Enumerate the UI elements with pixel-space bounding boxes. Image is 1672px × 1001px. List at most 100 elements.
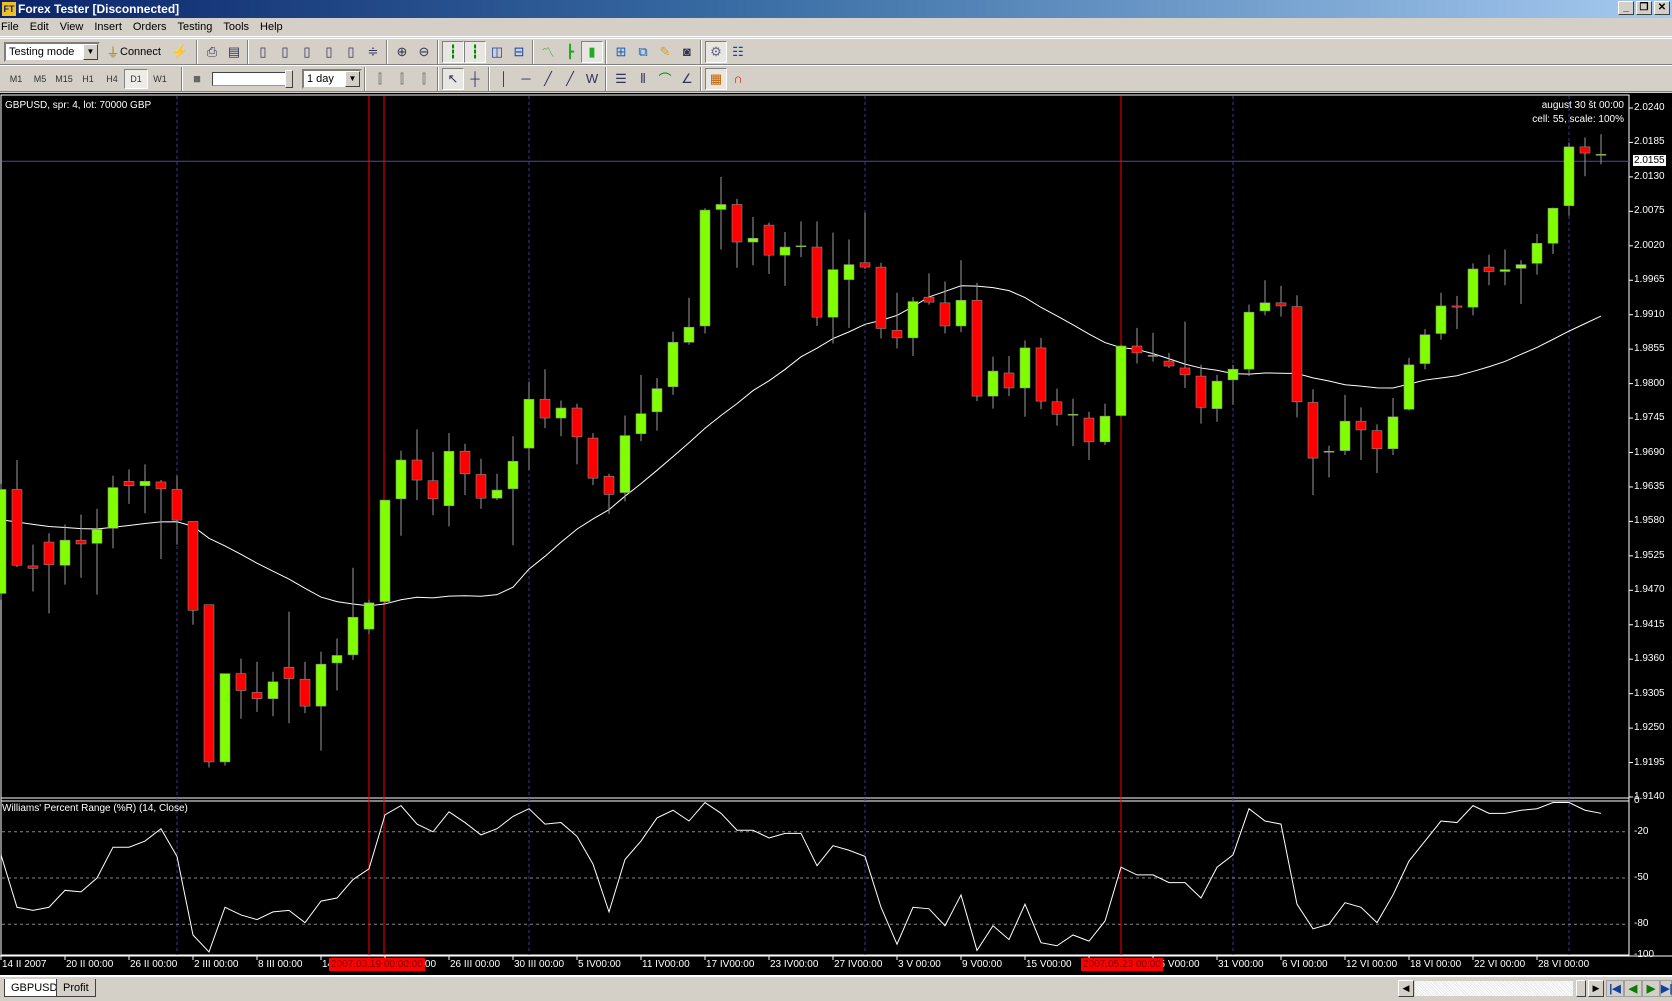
bear-candle (763, 224, 775, 256)
scroll-left-button[interactable]: ◀ (1398, 980, 1414, 997)
lightning-icon[interactable]: ⚡ (169, 41, 191, 63)
bear-candle (43, 541, 55, 565)
bear-candle (75, 539, 87, 545)
step-back-icon[interactable]: ⫿ (369, 68, 391, 90)
menu-insert[interactable]: Insert (93, 21, 128, 33)
horizontal-line-icon[interactable]: ─ (515, 68, 537, 90)
bear-candle (1051, 401, 1063, 415)
menu-edit[interactable]: Edit (29, 21, 55, 33)
speed-slider[interactable] (212, 69, 293, 88)
indicator-pane-border (0, 797, 1630, 956)
step-tick-icon[interactable]: ⫿ (413, 68, 435, 90)
step-back-icon[interactable]: ◀ (1624, 980, 1642, 997)
price-chart[interactable] (0, 93, 1672, 975)
document-check-icon[interactable]: ▯ (318, 41, 340, 63)
menu-file[interactable]: File (0, 21, 25, 33)
bear-candle (1083, 417, 1095, 443)
camera-icon[interactable]: ◙ (676, 41, 698, 63)
mode-select[interactable]: Testing mode ▼ (4, 41, 100, 62)
ohlc-bar-icon[interactable]: ┣ (559, 41, 581, 63)
bull-candle (0, 489, 7, 594)
split-vertical-icon[interactable]: ◫ (486, 41, 508, 63)
ray-line-icon[interactable]: ╱ (559, 68, 581, 90)
connect-button[interactable]: ⏚ Connect (106, 41, 161, 63)
go-first-icon[interactable]: |◀ (1606, 980, 1624, 997)
crosshair-icon[interactable]: ┼ (464, 68, 486, 90)
palette-icon[interactable]: ▦ (705, 67, 727, 90)
timeframe-d1[interactable]: D1 (124, 68, 148, 89)
menu-orders[interactable]: Orders (132, 21, 173, 33)
horizontal-scrollbar[interactable] (1414, 980, 1574, 997)
timeframe-m5[interactable]: M5 (28, 69, 52, 89)
document-icon[interactable]: ▯ (296, 41, 318, 63)
print-icon[interactable]: ⎙ (201, 41, 223, 63)
menu-tools[interactable]: Tools (222, 21, 255, 33)
fit-vertical-icon[interactable]: ≑ (362, 41, 384, 63)
price-tick-label: 2.0185 (1634, 136, 1665, 148)
bull-candle (267, 681, 279, 699)
bull-candle (491, 489, 503, 499)
indicator-tick-label: 0 (1634, 795, 1640, 806)
timeframe-w1[interactable]: W1 (148, 69, 172, 89)
vertical-line-icon[interactable]: │ (493, 68, 515, 90)
minimize-button[interactable]: _ (1618, 1, 1634, 15)
split-horizontal-icon[interactable]: ⊟ (508, 41, 530, 63)
menu-testing[interactable]: Testing (177, 21, 219, 33)
close-button[interactable]: ✕ (1654, 1, 1670, 15)
bear-candle (971, 299, 983, 397)
bear-candle (123, 481, 135, 486)
wave-icon[interactable]: W (581, 68, 603, 90)
scroll-right-button[interactable]: ▶ (1588, 980, 1604, 997)
bear-candle (1291, 306, 1303, 403)
brush-icon[interactable]: ✎ (654, 41, 676, 63)
indicator-tick-label: -100 (1634, 949, 1655, 960)
document-delete-icon[interactable]: ▯ (340, 41, 362, 63)
bear-candle (1483, 266, 1495, 272)
trend-line-icon[interactable]: ╱ (537, 68, 559, 90)
zoom-in-icon[interactable]: ⊕ (391, 41, 413, 63)
time-label: 18 VI 00:00 (1410, 959, 1462, 970)
magnet-icon[interactable]: ∩ (727, 68, 749, 90)
vertical-lines-icon[interactable]: ⦀ (632, 68, 654, 90)
fibonacci-arc-icon[interactable]: ⌒ (654, 68, 676, 90)
step-forward-icon[interactable]: ▶ (1642, 980, 1660, 997)
step-forward-icon[interactable]: ⫿ (391, 68, 413, 90)
restore-button[interactable]: ❐ (1636, 1, 1652, 15)
print-preview-icon[interactable]: ▤ (223, 41, 245, 63)
bear-candle (923, 296, 935, 303)
timeframe-m1[interactable]: M1 (4, 69, 28, 89)
fan-icon[interactable]: ∠ (676, 68, 698, 90)
step-select[interactable]: 1 day ▼ (302, 68, 362, 89)
slider-thumb[interactable] (285, 69, 293, 88)
go-last-icon[interactable]: ▶| (1660, 980, 1672, 997)
bar-chart-alt-icon[interactable]: ┇ (463, 40, 486, 63)
add-indicator-icon[interactable]: ⊞ (610, 41, 632, 63)
settings-gear-icon[interactable]: ⚙ (704, 40, 727, 63)
menu-view[interactable]: View (59, 21, 90, 33)
stop-icon[interactable]: ■ (186, 68, 208, 90)
cursor-arrow-icon[interactable]: ↖ (442, 67, 464, 90)
scroll-thumb[interactable] (1576, 980, 1586, 997)
cursor-date-label: 2007.05.23 00:00 (1081, 958, 1163, 971)
zoom-out-icon[interactable]: ⊖ (413, 41, 435, 63)
timeframe-toolbar: M1 M5 M15 H1 H4 D1 W1 ■ 1 day ▼ ⫿ ⫿ ⫿ ↖ … (0, 65, 1672, 92)
timeframe-h1[interactable]: H1 (76, 69, 100, 89)
windows-icon[interactable]: ⧉ (632, 41, 654, 63)
bear-candle (587, 437, 599, 479)
timeframe-m15[interactable]: M15 (52, 69, 76, 89)
horizontal-lines-icon[interactable]: ☰ (610, 68, 632, 90)
bull-candle (747, 237, 759, 243)
new-document-icon[interactable]: ▯ (252, 41, 274, 63)
menu-help[interactable]: Help (259, 21, 289, 33)
bull-candle (651, 388, 663, 413)
timeframe-h4[interactable]: H4 (100, 69, 124, 89)
chart-area[interactable]: GBPUSD, spr: 4, lot: 70000 GBP august 30… (0, 93, 1672, 975)
properties-icon[interactable]: ☷ (727, 41, 749, 63)
open-document-icon[interactable]: ▯ (274, 41, 296, 63)
bear-candle (1451, 305, 1463, 308)
tab-profit[interactable]: Profit (56, 979, 96, 997)
line-chart-icon[interactable]: 〽 (537, 41, 559, 63)
bar-chart-icon[interactable]: ┇ (441, 40, 464, 63)
candlestick-icon[interactable]: ▮ (580, 40, 603, 63)
bull-candle (1243, 311, 1255, 370)
